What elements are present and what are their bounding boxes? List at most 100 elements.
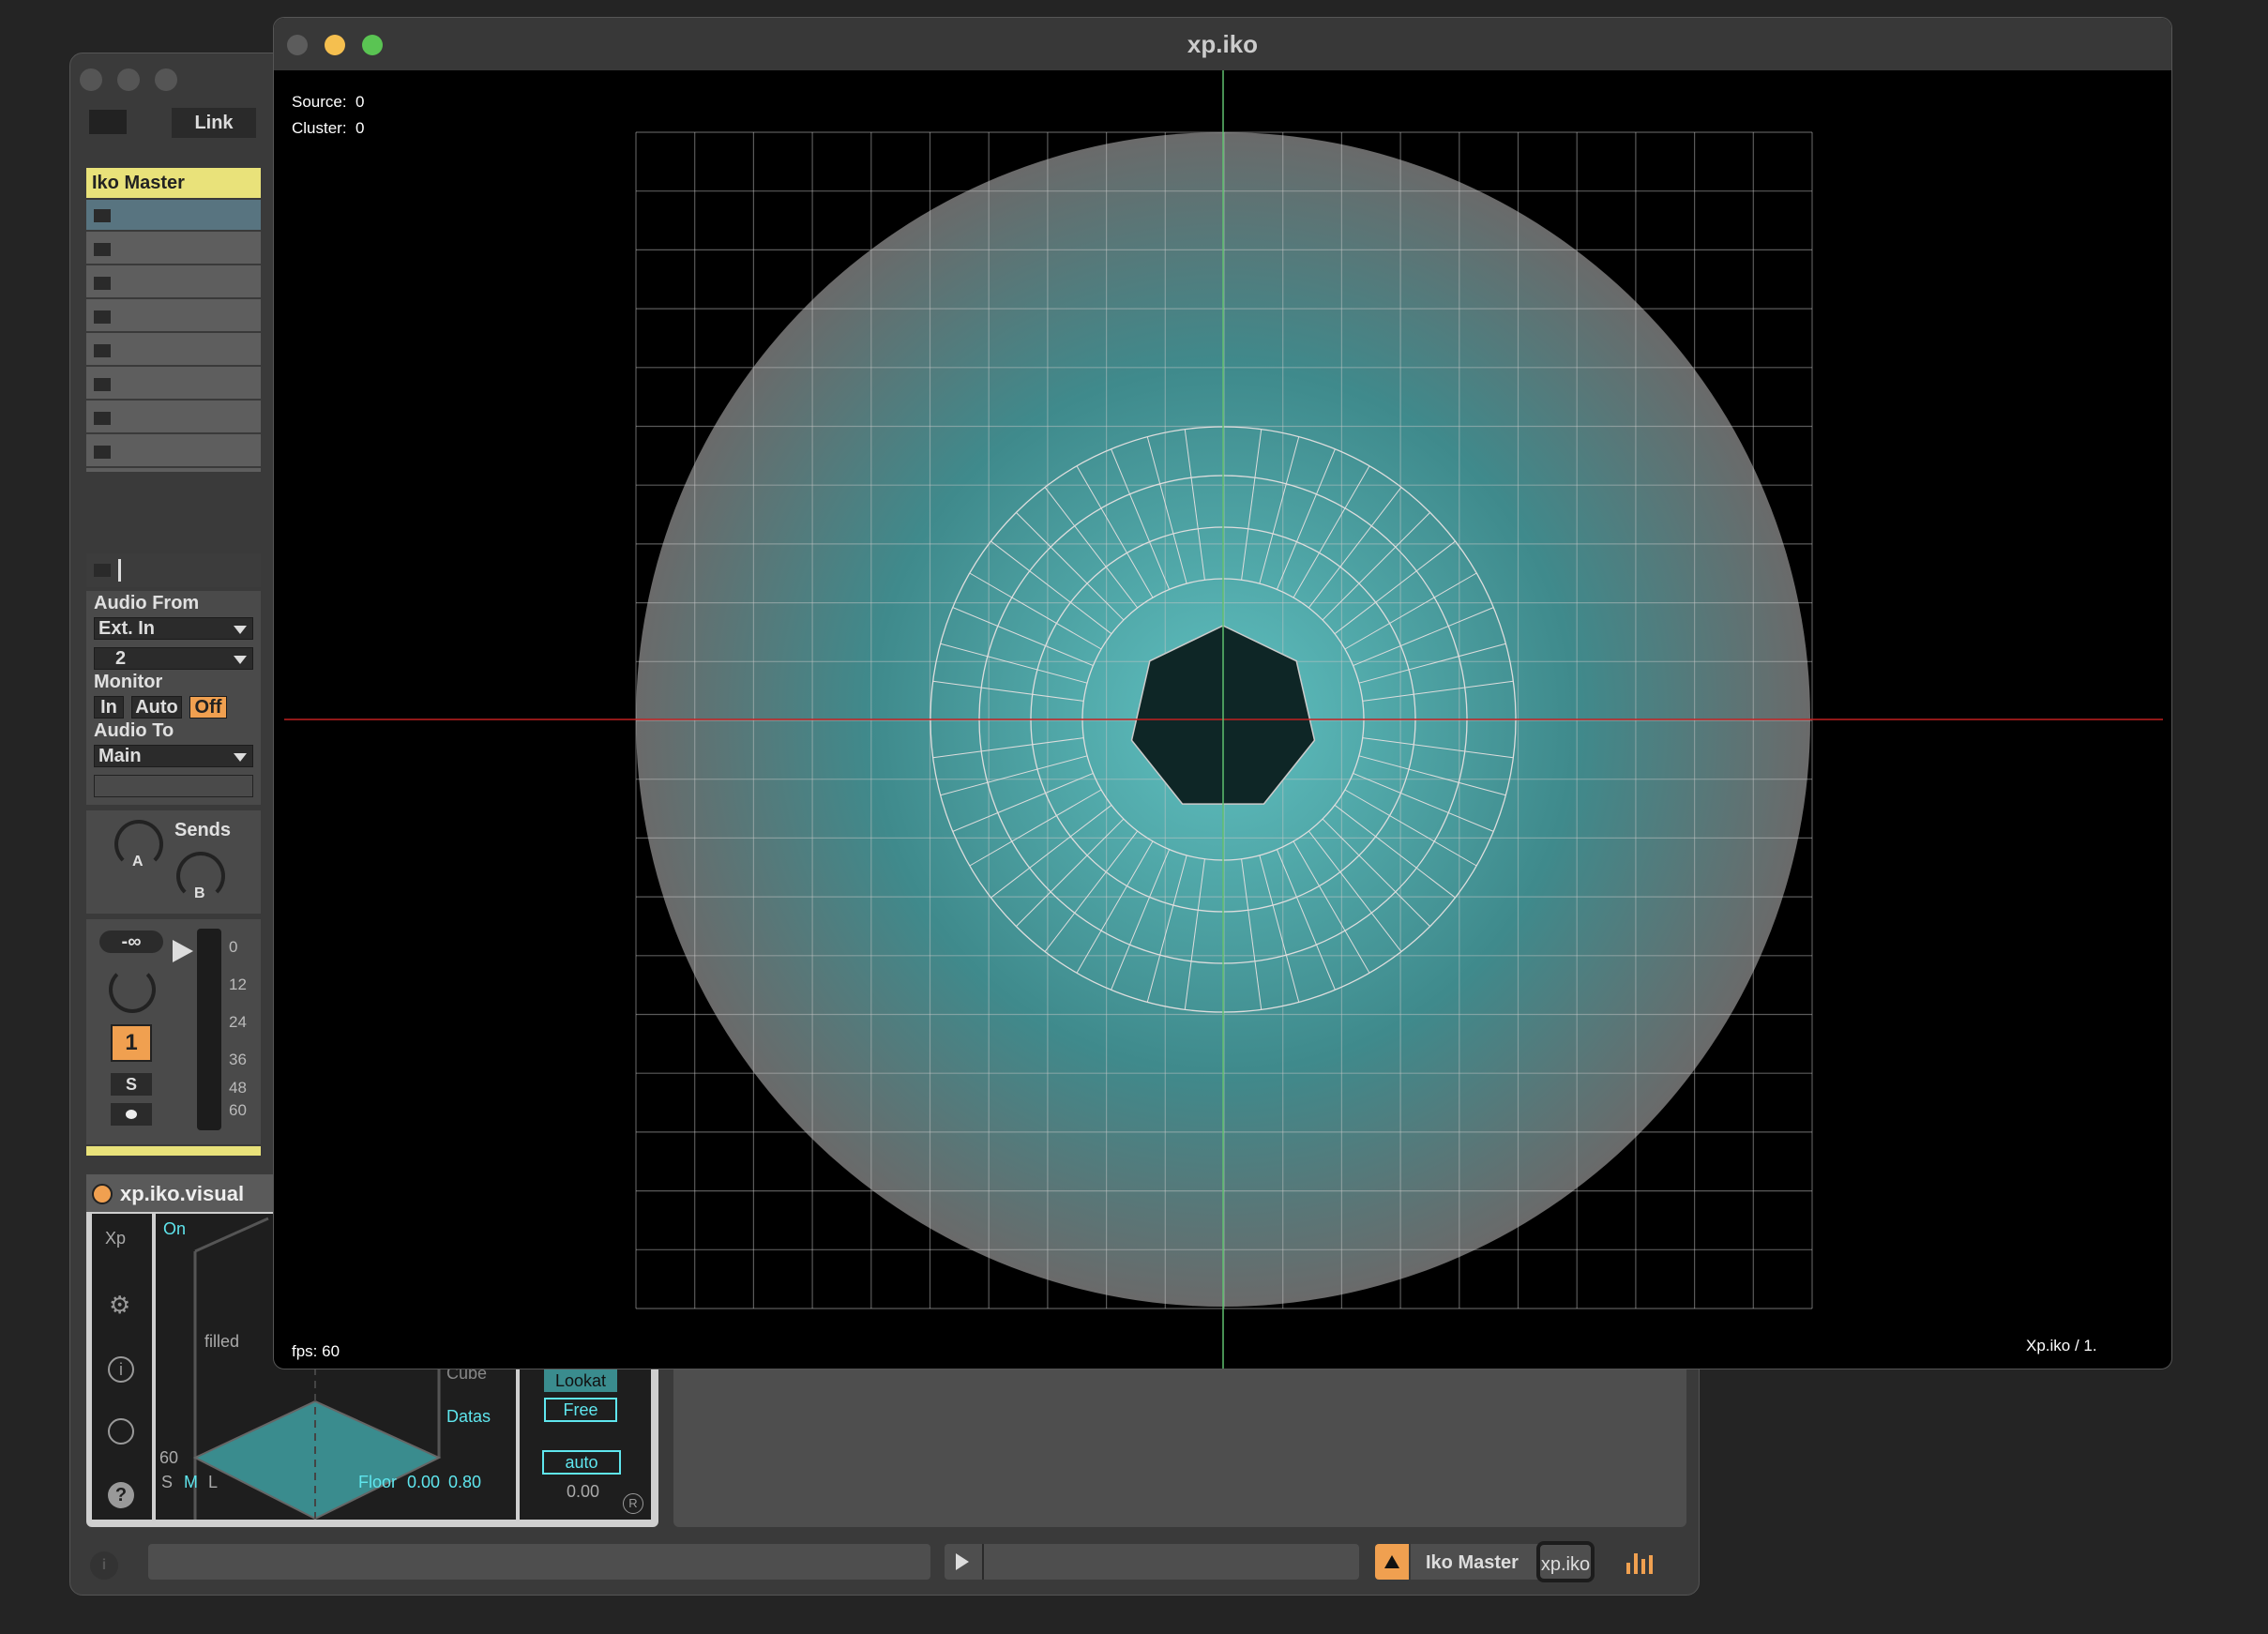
auto-value[interactable]: 0.00 (567, 1482, 599, 1502)
volume-fader[interactable] (197, 929, 221, 1130)
source-label: Source: (292, 93, 347, 111)
meter-icon[interactable] (1626, 1550, 1655, 1574)
status-field (148, 1544, 930, 1580)
track-activator-button[interactable]: 1 (111, 1024, 152, 1062)
track-footer (86, 1146, 261, 1156)
clip-slot[interactable] (86, 200, 261, 232)
zoom-button[interactable] (155, 68, 177, 91)
clip-slot[interactable] (86, 436, 261, 468)
clip-slot[interactable] (86, 335, 261, 367)
device-drop-area (673, 1366, 1686, 1527)
info-icon[interactable]: i (108, 1356, 134, 1383)
cluster-value: 0 (355, 119, 365, 137)
globe-icon[interactable] (108, 1418, 134, 1445)
pan-knob[interactable] (109, 966, 156, 1013)
fps-value: 60 (322, 1342, 340, 1360)
clip-stop-icon[interactable] (94, 412, 111, 425)
device-sidebar: Xp ⚙ i ? (92, 1214, 152, 1520)
size-l[interactable]: L (208, 1473, 218, 1492)
clip-slot[interactable] (86, 234, 261, 265)
cluster-readout: Cluster: 0 (292, 119, 365, 138)
viewer-close-button[interactable] (287, 35, 308, 55)
meter-tick: 48 (229, 1079, 247, 1097)
fps-readout: fps: 60 (292, 1342, 340, 1361)
clip-slot[interactable] (86, 402, 261, 434)
floor-value-2[interactable]: 0.80 (448, 1473, 481, 1492)
monitor-in-button[interactable]: In (94, 696, 124, 719)
clip-stop-icon[interactable] (94, 209, 111, 222)
solo-button[interactable]: S (111, 1073, 152, 1096)
clip-stop-icon[interactable] (94, 243, 111, 256)
clip-slot[interactable] (86, 267, 261, 299)
floor-value-1[interactable]: 0.00 (407, 1473, 440, 1492)
clip-slot[interactable] (86, 301, 261, 333)
io-section: Audio From Ext. In 2 Monitor In Auto Off… (86, 591, 261, 805)
free-button[interactable]: Free (544, 1398, 617, 1422)
meter-tick: 36 (229, 1051, 247, 1068)
meter-tick: 60 (229, 1101, 247, 1119)
clip-slots (86, 200, 261, 472)
track-up-icon[interactable] (1375, 1544, 1409, 1580)
meter-tick: 12 (229, 976, 247, 993)
audio-from-dropdown[interactable]: Ext. In (94, 617, 253, 640)
viewer-title: xp.iko (274, 18, 2171, 70)
audio-to-label: Audio To (94, 720, 174, 741)
sends-section: Sends A B (86, 810, 261, 914)
meter-scale: 0 12 24 36 48 60 (223, 938, 257, 1135)
device-title[interactable]: xp.iko.visual (86, 1174, 274, 1212)
send-b-label: B (194, 885, 205, 901)
clip-slot[interactable] (86, 369, 261, 401)
viewer-window: xp.iko Source: 0 Cluster: 0 fps: 60 Xp.i… (273, 17, 2172, 1369)
view-toggle-icon[interactable] (89, 110, 127, 134)
clip-stop-icon[interactable] (94, 310, 111, 324)
reset-button[interactable]: R (623, 1493, 643, 1514)
fps-value[interactable]: 60 (159, 1448, 178, 1468)
mixer-section: -∞ 1 S 0 12 24 36 48 60 (86, 919, 261, 1144)
close-button[interactable] (80, 68, 102, 91)
help-icon[interactable]: ? (108, 1482, 134, 1508)
floor-label: Floor (358, 1473, 398, 1491)
stop-slot[interactable] (86, 553, 261, 587)
minimize-button[interactable] (117, 68, 140, 91)
output-channel-field[interactable] (94, 775, 253, 797)
datas-button[interactable]: Datas (446, 1407, 491, 1427)
monitor-label: Monitor (94, 672, 163, 692)
info-view-icon[interactable]: i (90, 1551, 118, 1580)
audio-from-label: Audio From (94, 593, 200, 613)
current-track-label[interactable]: Iko Master (1411, 1544, 1538, 1580)
clip-stop-icon[interactable] (94, 344, 111, 357)
size-m[interactable]: M (184, 1473, 198, 1492)
clip-stop-icon[interactable] (94, 446, 111, 459)
size-s[interactable]: S (161, 1473, 173, 1492)
clip-stop-icon[interactable] (94, 378, 111, 391)
viewer-zoom-button[interactable] (362, 35, 383, 55)
volume-readout[interactable]: -∞ (99, 930, 163, 953)
source-value: 0 (355, 93, 365, 111)
monitor-off-button[interactable]: Off (189, 696, 227, 719)
lookat-button[interactable]: Lookat (544, 1369, 617, 1392)
input-channel-dropdown[interactable]: 2 (94, 647, 253, 670)
viewer-footer: Xp.iko / 1. (2026, 1337, 2097, 1354)
3d-viewport[interactable] (274, 70, 2172, 1369)
audio-to-dropdown[interactable]: Main (94, 745, 253, 767)
fps-label: fps: (292, 1342, 318, 1360)
send-a-label: A (132, 854, 144, 870)
track-header[interactable]: Iko Master (86, 168, 261, 198)
fader-handle-icon[interactable] (173, 940, 193, 962)
tab-xp[interactable]: Xp (105, 1229, 126, 1248)
device-on-toggle[interactable] (92, 1184, 113, 1204)
auto-button[interactable]: auto (542, 1450, 621, 1475)
sends-label: Sends (174, 820, 232, 840)
device-chip[interactable]: xp.iko (1536, 1541, 1595, 1582)
arm-button[interactable] (111, 1103, 152, 1126)
meter-tick: 0 (229, 938, 238, 956)
viewer-minimize-button[interactable] (325, 35, 345, 55)
monitor-auto-button[interactable]: Auto (131, 696, 182, 719)
gear-icon[interactable]: ⚙ (109, 1291, 130, 1320)
clip-stop-icon[interactable] (94, 277, 111, 290)
play-icon[interactable] (956, 1553, 969, 1570)
transport-bar (945, 1544, 1359, 1580)
meter-tick: 24 (229, 1013, 247, 1031)
filled-label[interactable]: filled (204, 1332, 239, 1352)
link-button[interactable]: Link (172, 108, 256, 138)
